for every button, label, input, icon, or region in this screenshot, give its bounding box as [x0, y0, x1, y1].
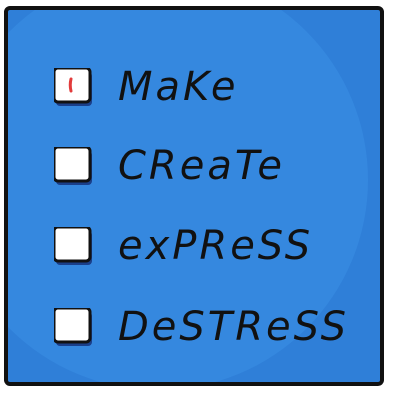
- list-item-label: CReaTe: [118, 143, 285, 189]
- list-item-destress[interactable]: DeSTReSS: [54, 304, 374, 360]
- checkbox-unchecked[interactable]: [54, 147, 94, 187]
- list-item-label: DeSTReSS: [118, 304, 349, 350]
- list-item-label: MaKe: [118, 64, 239, 110]
- list-item-create[interactable]: CReaTe: [54, 143, 374, 199]
- list-item-express[interactable]: exPReSS: [54, 223, 374, 279]
- checkbox-unchecked[interactable]: [54, 308, 94, 348]
- checkbox-unchecked[interactable]: [54, 227, 94, 267]
- checkbox-checked[interactable]: [54, 68, 94, 108]
- checklist-board: MaKe CReaTe exPReSS DeSTReSS: [4, 6, 384, 386]
- list-item-make[interactable]: MaKe: [54, 64, 374, 120]
- list-item-label: exPReSS: [118, 223, 314, 269]
